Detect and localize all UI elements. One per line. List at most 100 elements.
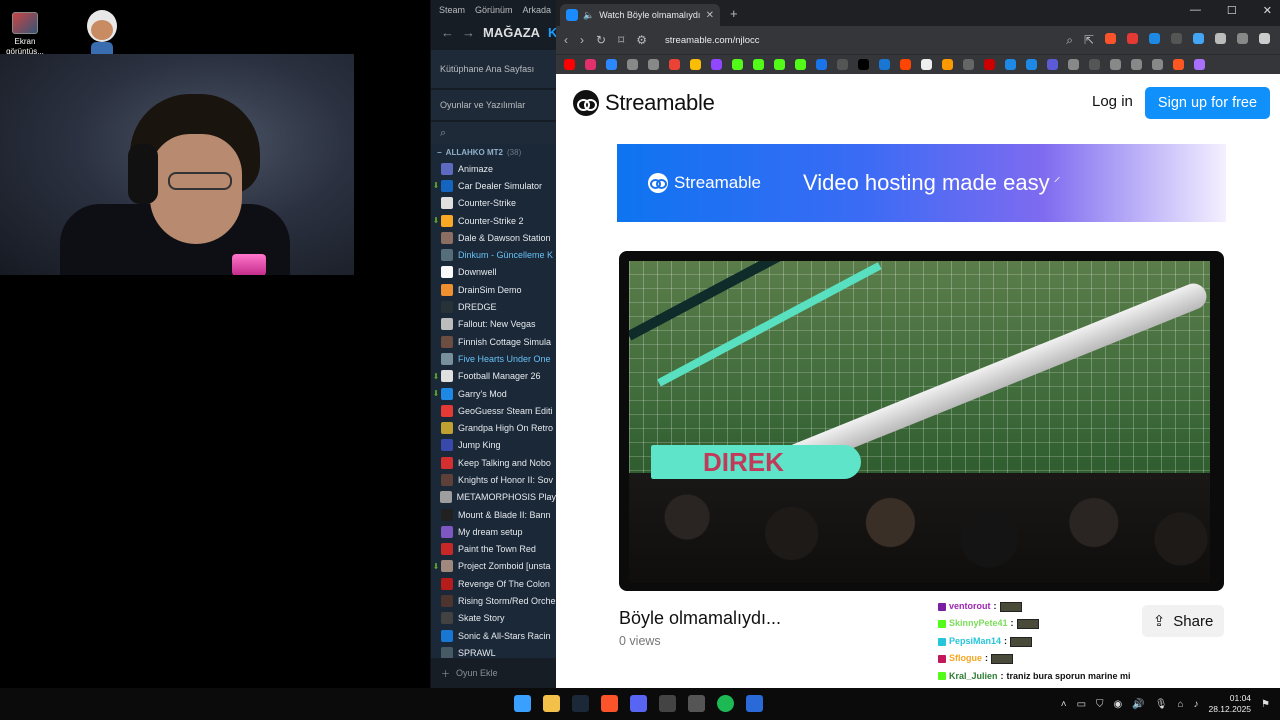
steam-menu-friends[interactable]: Arkada <box>523 5 552 15</box>
game-list-item[interactable]: Sonic & All-Stars Racin <box>431 627 556 644</box>
volume-icon[interactable]: ♪ <box>1193 699 1198 710</box>
library-category-dropdown[interactable]: Oyunlar ve Yazılımlar <box>431 88 556 120</box>
zoom-icon[interactable]: ⌕ <box>1066 33 1073 48</box>
bookmark-favicon-icon[interactable] <box>984 59 995 70</box>
game-list-item[interactable]: Fallout: New Vegas <box>431 316 556 333</box>
steam-menu-steam[interactable]: Steam <box>439 5 465 15</box>
nav-store[interactable]: MAĞAZA <box>483 25 540 40</box>
game-list-item[interactable]: Revenge Of The Colon <box>431 575 556 592</box>
browser-tab[interactable]: 🔈 Watch Böyle olmamalıydı... | S ✕ <box>560 4 720 26</box>
bookmark-favicon-icon[interactable] <box>1131 59 1142 70</box>
forward-icon[interactable]: › <box>580 33 584 47</box>
new-tab-button[interactable]: + <box>730 6 738 21</box>
bookmark-favicon-icon[interactable] <box>585 59 596 70</box>
desktop-screenshot-icon[interactable]: Ekran görüntüs... <box>4 12 46 57</box>
game-list-item[interactable]: Animaze <box>431 160 556 177</box>
game-list-item[interactable]: Rising Storm/Red Orche <box>431 592 556 609</box>
bookmark-favicon-icon[interactable] <box>837 59 848 70</box>
game-list-item[interactable]: My dream setup <box>431 523 556 540</box>
video-player[interactable]: DIREK <box>619 251 1224 591</box>
back-arrow-icon[interactable]: ← <box>441 25 454 40</box>
login-link[interactable]: Log in <box>1092 93 1133 110</box>
bookmark-favicon-icon[interactable] <box>879 59 890 70</box>
menu-icon[interactable] <box>1259 32 1270 44</box>
bookmark-favicon-icon[interactable] <box>1173 59 1184 70</box>
file-explorer-icon[interactable] <box>543 695 560 712</box>
game-list-item[interactable]: DREDGE <box>431 298 556 315</box>
game-list-item[interactable]: Keep Talking and Nobo <box>431 454 556 471</box>
speaker-tray-icon[interactable]: 🔊 <box>1132 699 1144 710</box>
extension-icon[interactable] <box>1149 32 1160 44</box>
forward-arrow-icon[interactable]: → <box>462 25 475 40</box>
game-list-item[interactable]: Finnish Cottage Simula <box>431 333 556 350</box>
bookmark-favicon-icon[interactable] <box>942 59 953 70</box>
streamable-logo[interactable]: Streamable <box>573 90 715 116</box>
bookmark-favicon-icon[interactable] <box>1152 59 1163 70</box>
notifications-icon[interactable]: ⚑ <box>1261 699 1270 710</box>
game-list-item[interactable]: Knights of Honor II: Sov <box>431 471 556 488</box>
game-list-item[interactable]: Mount & Blade II: Bann <box>431 506 556 523</box>
site-info-icon[interactable]: ⚙ <box>636 33 647 47</box>
game-list-item[interactable]: Jump King <box>431 437 556 454</box>
bookmark-favicon-icon[interactable] <box>606 59 617 70</box>
clock[interactable]: 01:04 28.12.2025 <box>1208 693 1251 715</box>
steam-tray-icon[interactable]: ◉ <box>1114 699 1123 710</box>
signup-button[interactable]: Sign up for free <box>1145 87 1270 119</box>
bookmark-favicon-icon[interactable] <box>1194 59 1205 70</box>
url-field[interactable]: streamable.com/njlocc <box>665 35 760 46</box>
collection-header[interactable]: − ALLAHKO MT2 (38) <box>431 144 556 160</box>
shield-icon[interactable]: ⛉ <box>1096 699 1104 710</box>
bookmark-favicon-icon[interactable] <box>753 59 764 70</box>
game-list-item[interactable]: ⬇ Garry's Mod <box>431 385 556 402</box>
bookmark-favicon-icon[interactable] <box>1068 59 1079 70</box>
bookmark-favicon-icon[interactable] <box>648 59 659 70</box>
bookmark-favicon-icon[interactable] <box>1026 59 1037 70</box>
game-list-item[interactable]: GeoGuessr Steam Editi <box>431 402 556 419</box>
game-list-item[interactable]: Dale & Dawson Station <box>431 229 556 246</box>
brave-icon[interactable] <box>601 695 618 712</box>
add-game-button[interactable]: ＋ Oyun Ekle <box>431 658 556 688</box>
bookmark-favicon-icon[interactable] <box>795 59 806 70</box>
bookmark-favicon-icon[interactable] <box>1110 59 1121 70</box>
bookmark-favicon-icon[interactable] <box>921 59 932 70</box>
minimize-icon[interactable]: — <box>1190 4 1201 17</box>
game-list-item[interactable]: ⬇ Counter-Strike 2 <box>431 212 556 229</box>
bookmark-favicon-icon[interactable] <box>1047 59 1058 70</box>
game-list-item[interactable]: ⬇ Car Dealer Simulator <box>431 177 556 194</box>
battery-icon[interactable]: ▭ <box>1077 699 1086 710</box>
game-list-item[interactable]: METAMORPHOSIS Play <box>431 489 556 506</box>
tray-overflow-icon[interactable]: ˄ <box>1061 699 1067 710</box>
bookmark-favicon-icon[interactable] <box>627 59 638 70</box>
library-home-link[interactable]: Kütüphane Ana Sayfası <box>431 44 556 88</box>
game-list-item[interactable]: Five Hearts Under One <box>431 350 556 367</box>
bookmark-favicon-icon[interactable] <box>858 59 869 70</box>
maximize-icon[interactable]: ☐ <box>1227 4 1237 17</box>
close-window-icon[interactable]: ✕ <box>1263 4 1272 17</box>
game-list-item[interactable]: DrainSim Demo <box>431 281 556 298</box>
bookmark-favicon-icon[interactable] <box>1089 59 1100 70</box>
obs-icon[interactable] <box>688 695 705 712</box>
back-icon[interactable]: ‹ <box>564 33 568 47</box>
network-icon[interactable]: ⌂ <box>1177 699 1183 710</box>
game-list-item[interactable]: Skate Story <box>431 610 556 627</box>
app-icon[interactable] <box>746 695 763 712</box>
bookmark-favicon-icon[interactable] <box>963 59 974 70</box>
steam-menu-view[interactable]: Görünüm <box>475 5 513 15</box>
game-list-item[interactable]: Dinkum - Güncelleme K <box>431 246 556 263</box>
bookmark-favicon-icon[interactable] <box>711 59 722 70</box>
game-list-item[interactable]: Downwell <box>431 264 556 281</box>
app-icon[interactable] <box>659 695 676 712</box>
close-tab-icon[interactable]: ✕ <box>706 10 714 21</box>
promo-banner[interactable]: Streamable Video hosting made easy ⸝ <box>617 144 1226 222</box>
mic-icon[interactable]: 🎙 <box>1155 699 1168 710</box>
game-list-item[interactable]: Paint the Town Red <box>431 541 556 558</box>
windows-start-icon[interactable] <box>514 695 531 712</box>
library-search[interactable]: ⌕ <box>431 120 556 144</box>
discord-icon[interactable] <box>630 695 647 712</box>
nav-library[interactable]: K <box>548 25 556 40</box>
game-list-item[interactable]: ⬇ Football Manager 26 <box>431 368 556 385</box>
extensions-menu-icon[interactable] <box>1215 32 1226 44</box>
bookmark-favicon-icon[interactable] <box>816 59 827 70</box>
reload-icon[interactable]: ↻ <box>596 33 606 47</box>
brave-shield-icon[interactable] <box>1105 32 1116 44</box>
